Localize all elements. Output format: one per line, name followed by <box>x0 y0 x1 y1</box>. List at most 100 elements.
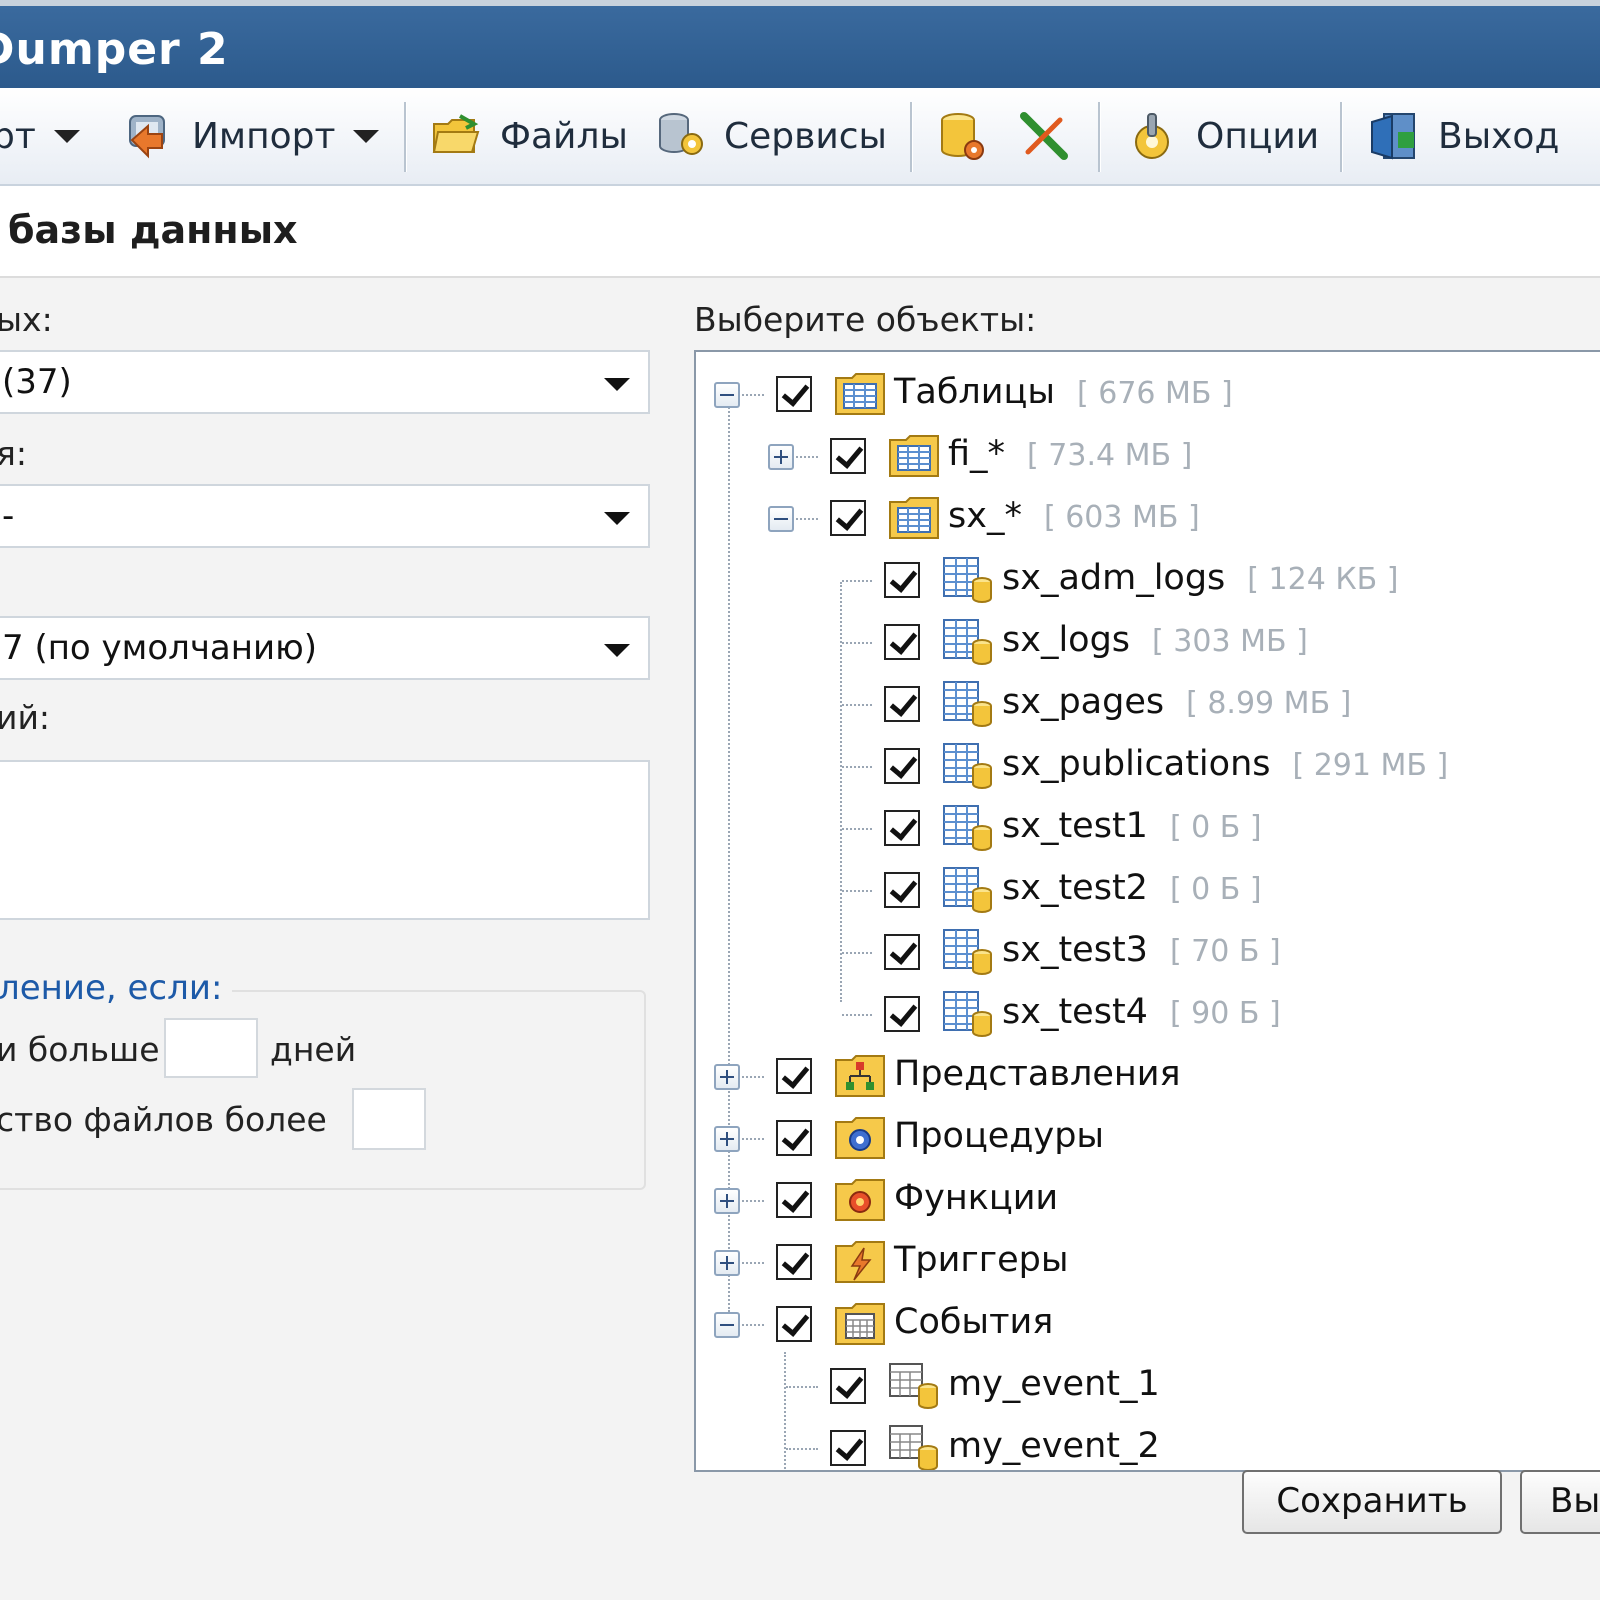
charset-label: я: <box>0 434 27 473</box>
table-icon <box>942 680 994 728</box>
options-icon <box>1126 110 1178 162</box>
tree-node-label: sx_test1[ 0 Б ] <box>1002 806 1262 846</box>
tree-node-events[interactable]: События <box>696 1300 1596 1356</box>
sx-test4-checkbox[interactable] <box>884 996 920 1032</box>
collapse-icon[interactable] <box>714 382 740 408</box>
tree-node-sx-pages[interactable]: sx_pages[ 8.99 МБ ] <box>696 680 1596 736</box>
collapse-icon[interactable] <box>768 506 794 532</box>
sx-publications-checkbox[interactable] <box>884 748 920 784</box>
tree-node-label: Функции <box>894 1178 1059 1218</box>
tables-folder-icon <box>834 370 886 418</box>
tree-node-sx-adm-logs[interactable]: sx_adm_logs[ 124 КБ ] <box>696 556 1596 612</box>
services-icon <box>654 110 706 162</box>
expand-icon[interactable] <box>714 1188 740 1214</box>
database-settings-icon <box>936 110 988 162</box>
expand-icon[interactable] <box>714 1064 740 1090</box>
autodelete-legend: ление, если: <box>0 968 233 1008</box>
section-header: базы данных <box>0 186 1600 278</box>
count-prefix: ство файлов более <box>0 1100 327 1139</box>
files-button[interactable]: Файлы <box>430 108 628 164</box>
tree-node-views[interactable]: Представления <box>696 1052 1596 1108</box>
tree-node-sx-publications[interactable]: sx_publications[ 291 МБ ] <box>696 742 1596 798</box>
title-bar: Dumper 2 <box>0 0 1600 88</box>
expand-icon[interactable] <box>714 1126 740 1152</box>
file-count-input[interactable] <box>352 1088 426 1150</box>
database-label: ых: <box>0 300 53 339</box>
tree-node-label: Триггеры <box>894 1240 1069 1280</box>
exit-button[interactable]: Выход <box>1368 108 1559 164</box>
tree-node-sx-test1[interactable]: sx_test1[ 0 Б ] <box>696 804 1596 860</box>
my-event-2-checkbox[interactable] <box>830 1430 866 1466</box>
my-event-1-checkbox[interactable] <box>830 1368 866 1404</box>
import-menu-button[interactable]: Импорт <box>122 108 380 164</box>
tree-node-triggers[interactable]: Триггеры <box>696 1238 1596 1294</box>
toolbar-separator <box>404 102 407 172</box>
tree-node-sx[interactable]: sx_*[ 603 МБ ] <box>696 494 1596 550</box>
charset-select[interactable]: - <box>0 484 650 548</box>
table-icon <box>942 804 994 852</box>
chevron-down-icon <box>353 129 380 143</box>
sx-adm-logs-checkbox[interactable] <box>884 562 920 598</box>
tree-node-sx-test4[interactable]: sx_test4[ 90 Б ] <box>696 990 1596 1046</box>
views-checkbox[interactable] <box>776 1058 812 1094</box>
tree-node-label: my_event_2 <box>948 1426 1160 1466</box>
tree-node-tables[interactable]: Таблицы[ 676 МБ ] <box>696 370 1596 426</box>
tree-node-sx-test3[interactable]: sx_test3[ 70 Б ] <box>696 928 1596 984</box>
age-days-input[interactable] <box>164 1018 258 1078</box>
tree-node-procedures[interactable]: Процедуры <box>696 1114 1596 1170</box>
database-select[interactable]: (37) <box>0 350 650 414</box>
views-folder-icon <box>834 1052 886 1100</box>
collapse-icon[interactable] <box>714 1312 740 1338</box>
tables-checkbox[interactable] <box>776 376 812 412</box>
sx-test3-checkbox[interactable] <box>884 934 920 970</box>
events-checkbox[interactable] <box>776 1306 812 1342</box>
size-badge: [ 0 Б ] <box>1169 872 1262 907</box>
tree-node-functions[interactable]: Функции <box>696 1176 1596 1232</box>
sx-logs-checkbox[interactable] <box>884 624 920 660</box>
chevron-down-icon <box>604 512 630 525</box>
compression-select-value: 7 (по умолчанию) <box>2 628 317 668</box>
event-icon <box>888 1424 940 1470</box>
triggers-checkbox[interactable] <box>776 1244 812 1280</box>
sx-test2-checkbox[interactable] <box>884 872 920 908</box>
table-icon <box>942 618 994 666</box>
tree-node-label: fi_*[ 73.4 МБ ] <box>948 434 1193 474</box>
tree-node-my-event-1[interactable]: my_event_1 <box>696 1362 1596 1418</box>
toolbar-separator <box>1098 102 1101 172</box>
tree-node-label: sx_test2[ 0 Б ] <box>1002 868 1262 908</box>
disconnect-button[interactable] <box>1018 108 1088 164</box>
expand-icon[interactable] <box>714 1250 740 1276</box>
tree-node-sx-test2[interactable]: sx_test2[ 0 Б ] <box>696 866 1596 922</box>
import-icon <box>122 110 174 162</box>
functions-checkbox[interactable] <box>776 1182 812 1218</box>
cancel-button[interactable]: Вы <box>1520 1470 1600 1534</box>
import-label: Импорт <box>192 115 336 157</box>
tree-node-fi[interactable]: fi_*[ 73.4 МБ ] <box>696 432 1596 488</box>
sx-pages-checkbox[interactable] <box>884 686 920 722</box>
object-tree[interactable]: Таблицы[ 676 МБ ] fi_*[ 73.4 МБ ] sx_*[ … <box>694 350 1600 1472</box>
tree-node-label: sx_test3[ 70 Б ] <box>1002 930 1281 970</box>
size-badge: [ 291 МБ ] <box>1292 748 1449 783</box>
sx-checkbox[interactable] <box>830 500 866 536</box>
options-button[interactable]: Опции <box>1126 108 1319 164</box>
compression-select[interactable]: 7 (по умолчанию) <box>0 616 650 680</box>
procedures-checkbox[interactable] <box>776 1120 812 1156</box>
fi-checkbox[interactable] <box>830 438 866 474</box>
tree-node-my-event-2[interactable]: my_event_2 <box>696 1424 1596 1470</box>
export-menu-button[interactable]: рт <box>0 108 80 164</box>
autodelete-group <box>0 990 646 1190</box>
tree-node-sx-logs[interactable]: sx_logs[ 303 МБ ] <box>696 618 1596 674</box>
database-settings-button[interactable] <box>936 108 1006 164</box>
sx-test1-checkbox[interactable] <box>884 810 920 846</box>
save-button[interactable]: Сохранить <box>1242 1470 1502 1534</box>
tree-node-label: События <box>894 1302 1054 1342</box>
age-prefix: и больше <box>0 1030 160 1069</box>
size-badge: [ 70 Б ] <box>1169 934 1281 969</box>
tree-node-label: sx_test4[ 90 Б ] <box>1002 992 1281 1032</box>
size-badge: [ 603 МБ ] <box>1043 500 1200 535</box>
toolbar: рт Импорт Файлы Сервисы Опции Выход <box>0 88 1600 186</box>
expand-icon[interactable] <box>768 444 794 470</box>
services-button[interactable]: Сервисы <box>654 108 887 164</box>
comment-textarea[interactable] <box>0 760 650 920</box>
size-badge: [ 8.99 МБ ] <box>1186 686 1352 721</box>
